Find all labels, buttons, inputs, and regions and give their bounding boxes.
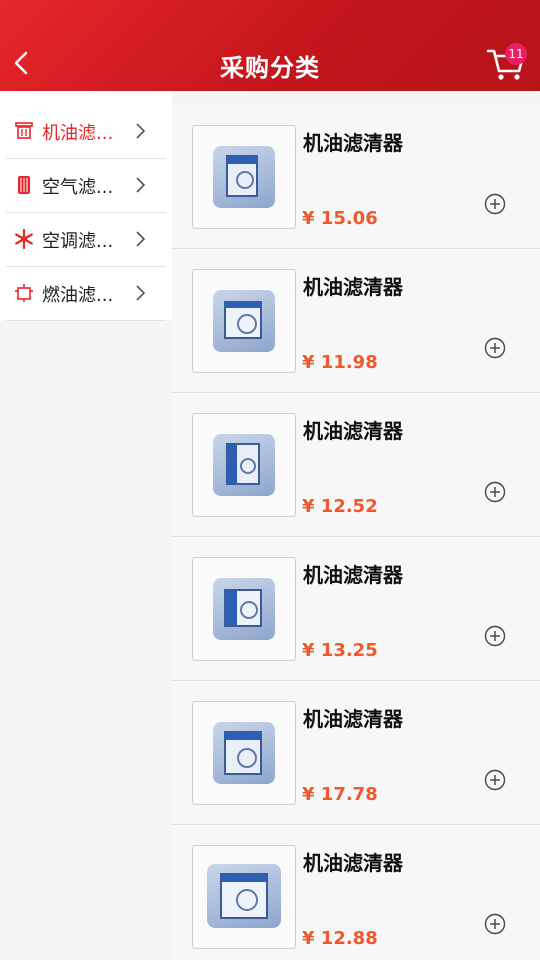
chevron-right-icon <box>136 285 146 301</box>
product-image-frame[interactable] <box>192 125 296 229</box>
product-name: 机油滤清器 <box>303 131 403 155</box>
add-circle-icon[interactable] <box>484 625 506 647</box>
fuel-filter-icon <box>15 284 33 302</box>
product-image <box>213 290 275 352</box>
chevron-right-icon <box>136 123 146 139</box>
product-name: 机油滤清器 <box>303 275 403 299</box>
product-price: ¥ 15.06 <box>302 208 378 229</box>
product-image <box>213 722 275 784</box>
product-card[interactable]: 机油滤清器 ¥ 12.52 <box>172 393 540 537</box>
product-card[interactable]: 机油滤清器 ¥ 13.25 <box>172 537 540 681</box>
product-image <box>207 864 281 928</box>
product-price: ¥ 11.98 <box>302 352 378 373</box>
product-price: ¥ 12.52 <box>302 496 378 517</box>
product-image <box>213 434 275 496</box>
chevron-right-icon <box>136 177 146 193</box>
air-filter-icon <box>18 176 30 194</box>
product-image-frame[interactable] <box>192 845 296 949</box>
oil-filter-icon <box>15 122 33 139</box>
add-circle-icon[interactable] <box>484 481 506 503</box>
chevron-right-icon <box>136 231 146 247</box>
product-card[interactable]: 机油滤清器 ¥ 11.98 <box>172 249 540 393</box>
product-card[interactable]: 机油滤清器 ¥ 12.88 <box>172 825 540 960</box>
sidebar-item-oil-filter[interactable]: 机油滤... <box>6 105 166 159</box>
ac-snowflake-icon <box>15 229 33 249</box>
product-name: 机油滤清器 <box>303 563 403 587</box>
product-price: ¥ 12.88 <box>302 928 378 949</box>
product-image-frame[interactable] <box>192 413 296 517</box>
sidebar-item-ac-filter[interactable]: 空调滤... <box>6 213 166 267</box>
product-name: 机油滤清器 <box>303 851 403 875</box>
product-image <box>213 146 275 208</box>
product-price: ¥ 13.25 <box>302 640 378 661</box>
add-circle-icon[interactable] <box>484 337 506 359</box>
sidebar-item-fuel-filter[interactable]: 燃油滤... <box>6 267 166 321</box>
add-circle-icon[interactable] <box>484 913 506 935</box>
sidebar-item-label: 机油滤... <box>42 123 114 144</box>
product-price: ¥ 17.78 <box>302 784 378 805</box>
product-image-frame[interactable] <box>192 557 296 661</box>
add-circle-icon[interactable] <box>484 769 506 791</box>
sidebar-item-label: 空调滤... <box>42 231 114 252</box>
sidebar-item-air-filter[interactable]: 空气滤... <box>6 159 166 213</box>
page-title: 采购分类 <box>220 54 320 82</box>
category-sidebar: 机油滤... 空气滤... 空调滤... 燃油滤... <box>0 91 172 321</box>
product-image-frame[interactable] <box>192 269 296 373</box>
add-circle-icon[interactable] <box>484 193 506 215</box>
product-list: 机油滤清器 ¥ 15.06 机油滤清器 ¥ 11.98 机油滤清器 ¥ 12.5… <box>172 105 540 960</box>
cart-count-badge: 11 <box>505 43 527 65</box>
sidebar-item-label: 空气滤... <box>42 177 114 198</box>
product-name: 机油滤清器 <box>303 419 403 443</box>
product-image-frame[interactable] <box>192 701 296 805</box>
product-card[interactable]: 机油滤清器 ¥ 15.06 <box>172 105 540 249</box>
product-image <box>213 578 275 640</box>
product-name: 机油滤清器 <box>303 707 403 731</box>
header-bar: 采购分类 11 <box>0 0 540 91</box>
sidebar-item-label: 燃油滤... <box>42 285 114 306</box>
product-card[interactable]: 机油滤清器 ¥ 17.78 <box>172 681 540 825</box>
